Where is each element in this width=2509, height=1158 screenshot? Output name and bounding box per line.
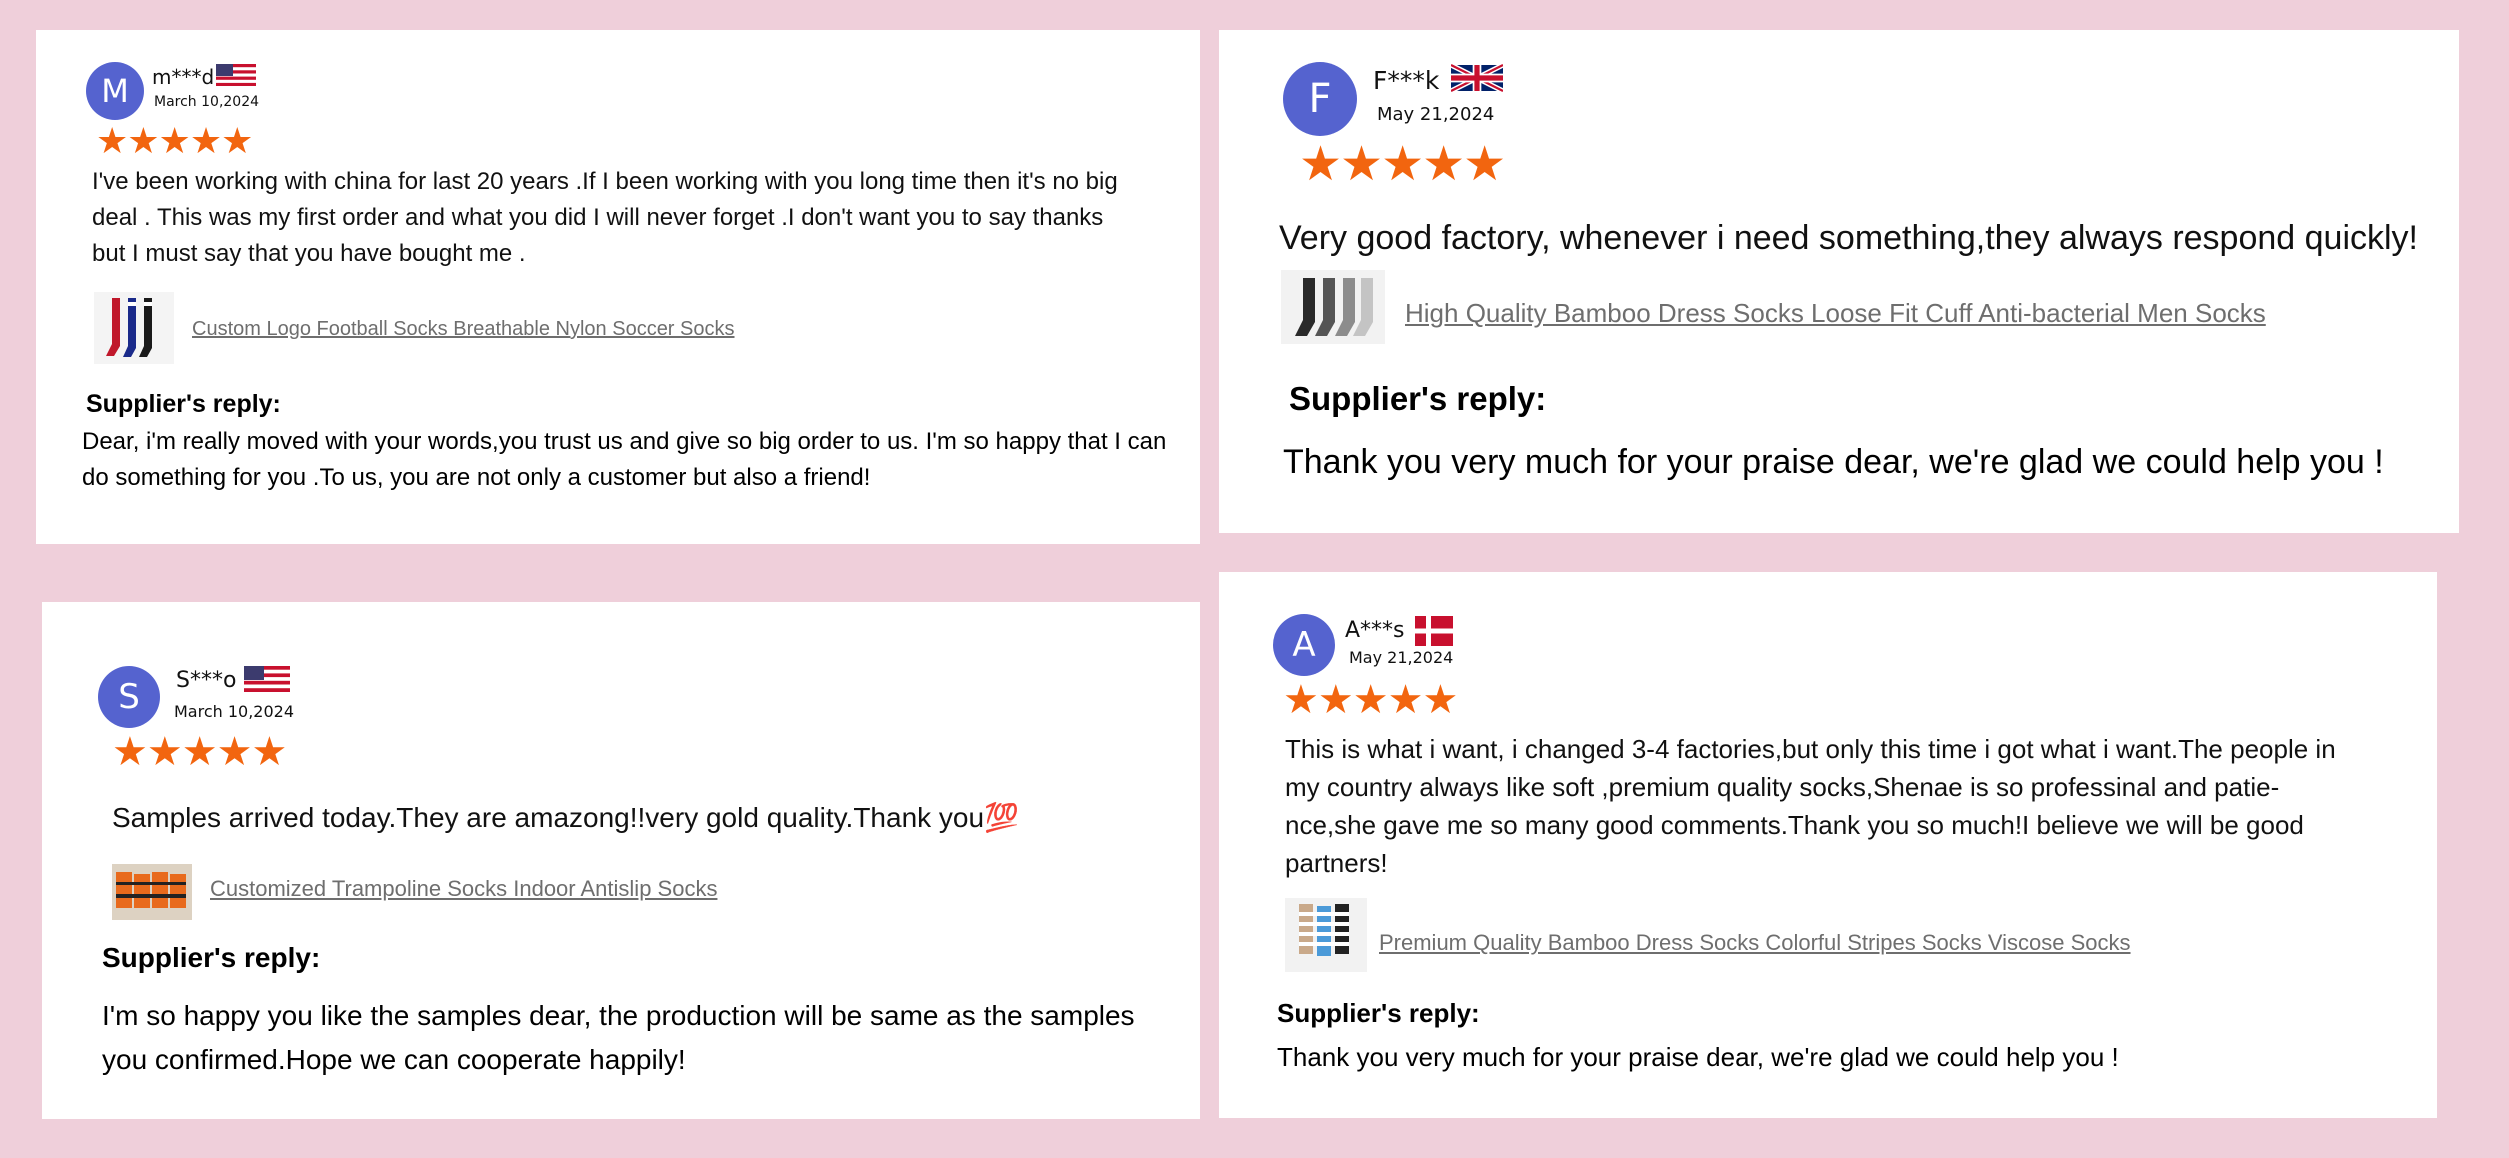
rating-stars: ★★★★★: [112, 729, 287, 775]
supplier-reply-label: Supplier's reply:: [1277, 998, 1480, 1028]
review-card-3: S S***o March 10,2024 ★★★★★ Samples arri…: [42, 602, 1200, 1119]
review-text: Samples arrived today.They are amazong!!…: [112, 802, 1019, 833]
rating-stars: ★★★★★: [96, 121, 253, 162]
product-thumbnail[interactable]: [94, 292, 174, 364]
uk-flag-icon: [1451, 62, 1503, 94]
us-flag-icon: [216, 64, 256, 86]
supplier-reply-text: Thank you very much for your praise dear…: [1277, 1042, 2119, 1072]
review-text: I've been working with china for last 20…: [92, 168, 1118, 267]
reviewer-name: S***o: [176, 668, 237, 693]
review-date: May 21,2024: [1377, 104, 1495, 125]
review-card-4: A A***s May 21,2024 ★★★★★ This is what i…: [1219, 572, 2437, 1118]
socks-image: [94, 292, 174, 364]
rating-stars: ★★★★★: [1283, 677, 1458, 723]
product-thumbnail[interactable]: [1281, 270, 1385, 344]
socks-image: [1285, 898, 1367, 972]
supplier-reply-label: Supplier's reply:: [102, 942, 321, 973]
reviewer-name: F***k: [1373, 66, 1440, 95]
rating-stars: ★★★★★: [1299, 136, 1506, 192]
star-icon: ★★★★★: [112, 729, 287, 775]
socks-image: [1281, 270, 1385, 344]
avatar: F: [1283, 62, 1357, 136]
supplier-reply-label: Supplier's reply:: [86, 390, 281, 418]
review-card-1: M m***d March 10,2024 ★★★★★ I've been wo…: [36, 30, 1200, 544]
product-link[interactable]: High Quality Bamboo Dress Socks Loose Fi…: [1405, 298, 2266, 329]
review-card-2: F F***k May 21,2024 ★★★★★ Very good fact…: [1219, 30, 2459, 533]
denmark-flag-icon: [1415, 616, 1453, 646]
star-icon: ★★★★★: [96, 121, 253, 162]
review-text: Very good factory, whenever i need somet…: [1279, 219, 2418, 257]
review-date: March 10,2024: [174, 702, 295, 721]
product-thumbnail[interactable]: [112, 864, 192, 920]
us-flag-icon: [244, 666, 290, 692]
product-thumbnail[interactable]: [1285, 898, 1367, 972]
supplier-reply-text: Thank you very much for your praise dear…: [1283, 443, 2384, 481]
avatar: S: [98, 666, 160, 728]
avatar: A: [1273, 614, 1335, 676]
reviewer-name: A***s: [1345, 618, 1405, 643]
review-date: May 21,2024: [1349, 648, 1454, 667]
star-icon: ★★★★★: [1299, 136, 1506, 192]
socks-image: [112, 864, 192, 920]
review-text: This is what i want, i changed 3-4 facto…: [1285, 734, 2336, 878]
product-link[interactable]: Premium Quality Bamboo Dress Socks Color…: [1379, 930, 2131, 956]
supplier-reply-text: Dear, i'm really moved with your words,y…: [82, 428, 1167, 491]
product-link[interactable]: Custom Logo Football Socks Breathable Ny…: [192, 318, 735, 341]
avatar: M: [86, 62, 144, 120]
supplier-reply-label: Supplier's reply:: [1289, 380, 1547, 417]
review-date: March 10,2024: [154, 94, 260, 110]
product-link[interactable]: Customized Trampoline Socks Indoor Antis…: [210, 876, 717, 902]
supplier-reply-text: I'm so happy you like the samples dear, …: [102, 1000, 1135, 1075]
reviewer-name: m***d: [152, 65, 215, 89]
star-icon: ★★★★★: [1283, 677, 1458, 723]
